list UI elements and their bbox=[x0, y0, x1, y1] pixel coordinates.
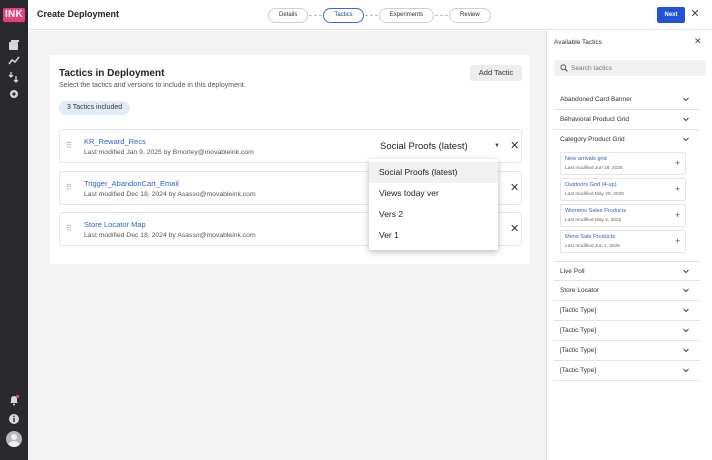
chevron-down-icon bbox=[683, 117, 689, 122]
add-tactic-button[interactable]: Add Tactic bbox=[470, 65, 522, 81]
tactic-version-item[interactable]: Outdoors Grid (4-up) Last modified May 2… bbox=[560, 178, 686, 201]
chevron-down-icon bbox=[683, 348, 689, 353]
avatar[interactable] bbox=[6, 431, 22, 447]
next-button[interactable]: Next bbox=[657, 7, 685, 23]
remove-tactic-icon[interactable]: ✕ bbox=[510, 181, 519, 195]
step-tactics[interactable]: Tactics bbox=[323, 7, 364, 23]
chevron-down-icon bbox=[683, 328, 689, 333]
tactic-row: ⠿ KR_Reward_Recs Last modified Jan 9, 20… bbox=[59, 129, 522, 163]
chevron-down-icon bbox=[683, 269, 689, 274]
card-title: Tactics in Deployment bbox=[59, 68, 165, 79]
brand-logo[interactable]: INK bbox=[3, 8, 25, 22]
close-icon[interactable]: ✕ bbox=[689, 7, 701, 21]
chevron-down-icon bbox=[683, 97, 689, 102]
flows-icon[interactable] bbox=[7, 70, 21, 84]
left-nav-rail: INK bbox=[0, 0, 28, 460]
info-icon[interactable] bbox=[7, 412, 21, 426]
tactic-name-link[interactable]: Trigger_AbandonCart_Email bbox=[84, 179, 179, 188]
search-input[interactable] bbox=[571, 60, 701, 76]
version-select[interactable]: Social Proofs (latest) ▼ bbox=[376, 138, 506, 155]
category-label: Live Poll bbox=[560, 268, 585, 275]
panel-title: Available Tactics bbox=[554, 39, 602, 46]
version-option[interactable]: Ver 1 bbox=[369, 225, 498, 246]
tactic-version-name: New arrivals grid bbox=[565, 156, 607, 162]
step-experiments[interactable]: Experiments bbox=[378, 7, 435, 23]
tactic-category[interactable]: [Tactic Type] bbox=[554, 361, 700, 381]
search-icon bbox=[560, 64, 568, 72]
tactic-version-name: Womens Sales Products bbox=[565, 208, 627, 214]
category-label: [Tactic Type] bbox=[560, 347, 597, 354]
tactic-meta: Last modified Dec 18, 2024 by Asasso@mov… bbox=[84, 191, 256, 198]
tactic-version-meta: Last modified Jun 18, 2025 bbox=[565, 166, 623, 171]
category-label: [Tactic Type] bbox=[560, 327, 597, 334]
version-option[interactable]: Vers 2 bbox=[369, 204, 498, 225]
add-icon[interactable]: + bbox=[675, 184, 680, 194]
tactics-count-badge: 3 Tactics included bbox=[59, 101, 131, 115]
drag-handle-icon[interactable]: ⠿ bbox=[66, 184, 72, 192]
step-connector bbox=[435, 14, 449, 16]
drag-handle-icon[interactable]: ⠿ bbox=[66, 142, 72, 150]
step-review[interactable]: Review bbox=[449, 7, 491, 23]
step-details[interactable]: Details bbox=[268, 7, 309, 23]
search-field[interactable] bbox=[554, 60, 706, 76]
available-tactics-panel: Available Tactics ✕ Abandoned Card Banne… bbox=[546, 31, 712, 460]
category-label: Category Product Grid bbox=[560, 136, 625, 143]
tactic-category-expanded[interactable]: Category Product Grid bbox=[554, 130, 700, 150]
chevron-down-icon bbox=[683, 137, 689, 142]
chevron-down-icon bbox=[683, 308, 689, 313]
step-connector bbox=[364, 14, 378, 16]
page-title: Create Deployment bbox=[37, 9, 120, 19]
tactic-category[interactable]: [Tactic Type] bbox=[554, 301, 700, 321]
tactic-name-link[interactable]: KR_Reward_Recs bbox=[84, 137, 146, 146]
library-icon[interactable] bbox=[7, 38, 21, 52]
tactic-meta: Last modified Dec 18, 2024 by Asasso@mov… bbox=[84, 232, 256, 239]
settings-icon[interactable] bbox=[7, 87, 21, 101]
tactic-version-meta: Last modified May 2, 2025 bbox=[565, 218, 622, 223]
tactic-version-name: Outdoors Grid (4-up) bbox=[565, 182, 617, 188]
caret-down-icon: ▼ bbox=[494, 143, 500, 149]
category-label: Behavioral Product Grid bbox=[560, 116, 630, 123]
chevron-down-icon bbox=[683, 368, 689, 373]
remove-tactic-icon[interactable]: ✕ bbox=[510, 222, 519, 236]
tactic-category[interactable]: Live Poll bbox=[554, 261, 700, 281]
remove-tactic-icon[interactable]: ✕ bbox=[510, 139, 519, 153]
tactic-version-item[interactable]: New arrivals grid Last modified Jun 18, … bbox=[560, 152, 686, 175]
version-dropdown-menu: Social Proofs (latest) Views today ver V… bbox=[369, 159, 498, 250]
card-subtitle: Select the tactics and versions to inclu… bbox=[59, 82, 246, 89]
top-header: Create Deployment Details Tactics Experi… bbox=[28, 0, 712, 30]
chevron-down-icon bbox=[683, 288, 689, 293]
category-label: [Tactic Type] bbox=[560, 307, 597, 314]
tactic-name-link[interactable]: Store Locator Map bbox=[84, 220, 146, 229]
notification-bell-icon[interactable] bbox=[7, 393, 21, 407]
tactic-category[interactable]: [Tactic Type] bbox=[554, 341, 700, 361]
version-option[interactable]: Social Proofs (latest) bbox=[369, 162, 498, 183]
tactic-version-item[interactable]: Mens Sale Products Last modified Jun 1, … bbox=[560, 230, 686, 253]
category-label: [Tactic Type] bbox=[560, 367, 597, 374]
version-option[interactable]: Views today ver bbox=[369, 183, 498, 204]
step-connector bbox=[309, 14, 323, 16]
drag-handle-icon[interactable]: ⠿ bbox=[66, 225, 72, 233]
version-select-value: Social Proofs (latest) bbox=[380, 141, 468, 152]
tactic-version-item[interactable]: Womens Sales Products Last modified May … bbox=[560, 204, 686, 227]
tactic-meta: Last modified Jan 9, 2025 by Bmorley@mov… bbox=[84, 149, 254, 156]
add-icon[interactable]: + bbox=[675, 210, 680, 220]
tactic-version-meta: Last modified Jun 1, 2025 bbox=[565, 244, 620, 249]
tactic-version-meta: Last modified May 20, 2025 bbox=[565, 192, 624, 197]
category-label: Abandoned Card Banner bbox=[560, 96, 632, 103]
add-icon[interactable]: + bbox=[675, 236, 680, 246]
tactic-category[interactable]: Behavioral Product Grid bbox=[554, 110, 700, 130]
add-icon[interactable]: + bbox=[675, 158, 680, 168]
close-panel-icon[interactable]: ✕ bbox=[694, 36, 702, 47]
tactic-category[interactable]: Abandoned Card Banner bbox=[554, 90, 700, 110]
tactic-version-name: Mens Sale Products bbox=[565, 234, 616, 240]
analytics-icon[interactable] bbox=[7, 54, 21, 68]
tactic-category[interactable]: [Tactic Type] bbox=[554, 321, 700, 341]
deployment-stepper: Details Tactics Experiments Review bbox=[268, 7, 491, 23]
tactic-category[interactable]: Store Locator bbox=[554, 281, 700, 301]
category-label: Store Locator bbox=[560, 287, 600, 294]
